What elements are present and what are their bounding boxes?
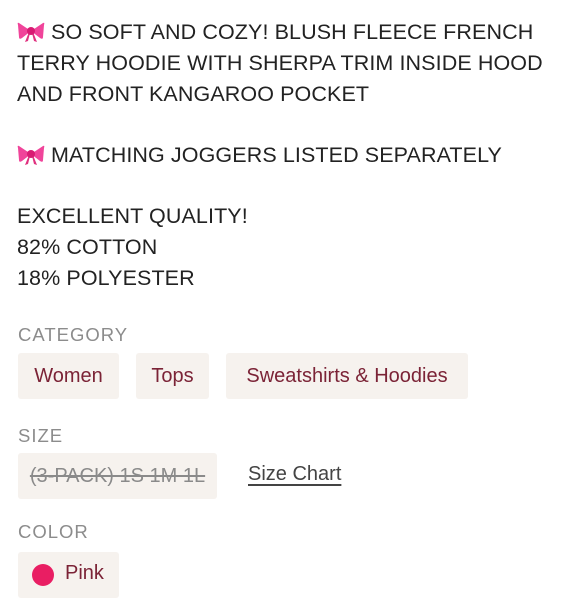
ribbon-bow-icon [17, 22, 45, 42]
description-paragraph-2: MATCHING JOGGERS LISTED SEPARATELY [17, 140, 573, 171]
category-label: CATEGORY [18, 324, 129, 345]
size-chart-link[interactable]: Size Chart [248, 463, 341, 486]
description-quality: EXCELLENT QUALITY! [17, 204, 248, 228]
description-polyester: 18% POLYESTER [17, 266, 195, 290]
category-chip-sweatshirts-hoodies[interactable]: Sweatshirts & Hoodies [226, 353, 468, 399]
color-label: COLOR [18, 521, 89, 542]
size-chip-sold-out: (3-PACK) 1S 1M 1L [18, 453, 217, 499]
listing-description: SO SOFT AND COZY! BLUSH FLEECE FRENCH TE… [17, 17, 573, 294]
description-cotton: 82% COTTON [17, 235, 158, 259]
description-paragraph-1: SO SOFT AND COZY! BLUSH FLEECE FRENCH TE… [17, 17, 573, 110]
category-chip-women[interactable]: Women [18, 353, 119, 399]
category-chip-tops[interactable]: Tops [136, 353, 209, 399]
ribbon-bow-icon [17, 145, 45, 165]
color-chip-pink[interactable]: Pink [18, 552, 119, 598]
size-label: SIZE [18, 425, 64, 446]
color-name: Pink [65, 562, 104, 584]
description-text-1: SO SOFT AND COZY! BLUSH FLEECE FRENCH TE… [17, 20, 543, 106]
description-text-2: MATCHING JOGGERS LISTED SEPARATELY [51, 143, 502, 167]
color-swatch [32, 564, 54, 586]
